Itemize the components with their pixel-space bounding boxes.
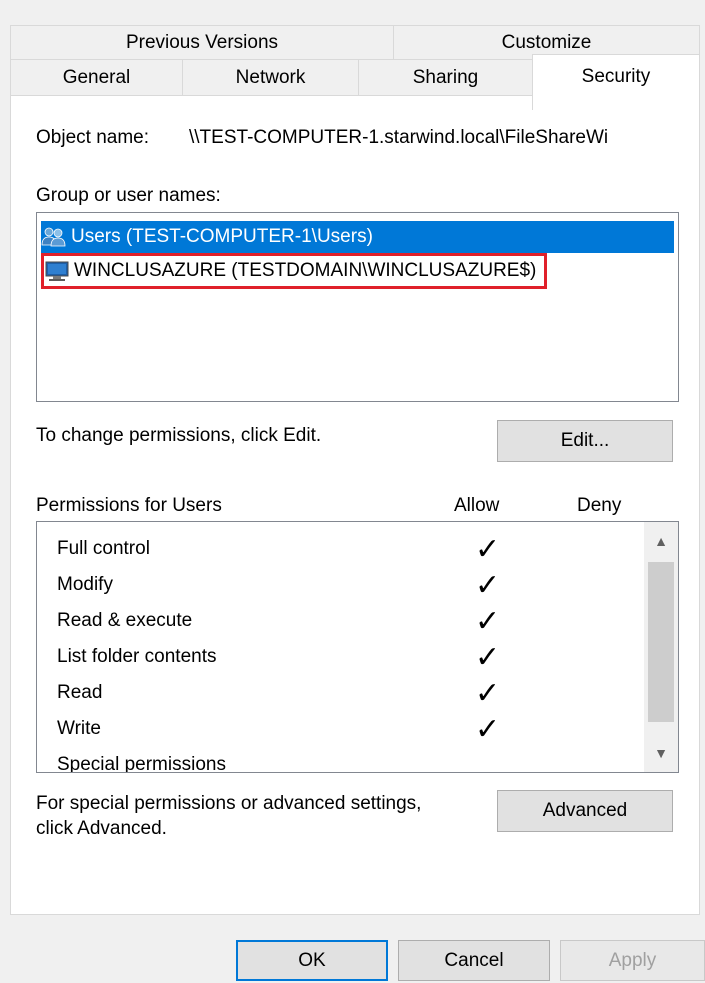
permission-name: Write	[57, 718, 101, 739]
permission-name: Modify	[57, 574, 113, 595]
permission-row: Full control ✓	[57, 532, 617, 568]
list-item-users[interactable]: Users (TEST-COMPUTER-1\Users)	[41, 221, 674, 253]
permissions-title: Permissions for Users	[36, 495, 222, 516]
advanced-hint-line1: For special permissions or advanced sett…	[36, 793, 422, 814]
permission-row: Read & execute ✓	[57, 604, 617, 640]
allow-check-icon: ✓	[475, 641, 501, 674]
edit-button[interactable]: Edit...	[497, 420, 673, 462]
permission-name: Read & execute	[57, 610, 193, 631]
allow-column-header: Allow	[454, 495, 500, 516]
ok-button[interactable]: OK	[236, 940, 388, 981]
advanced-button[interactable]: Advanced	[497, 790, 673, 832]
advanced-hint-line2: click Advanced.	[36, 818, 167, 839]
allow-check-icon: ✓	[475, 605, 501, 638]
list-item-label: Users (TEST-COMPUTER-1\Users)	[71, 226, 373, 247]
tab-network[interactable]: Network	[182, 59, 359, 96]
permission-name: List folder contents	[57, 646, 217, 667]
apply-button[interactable]: Apply	[560, 940, 705, 981]
permission-name: Full control	[57, 538, 150, 559]
computer-icon	[44, 260, 70, 282]
permissions-scrollbar[interactable]: ▲ ▼	[644, 522, 678, 772]
permission-row: Write ✓	[57, 712, 617, 748]
permission-row: Read ✓	[57, 676, 617, 712]
object-name-label: Object name:	[36, 127, 149, 148]
permissions-list: Full control ✓ Modify ✓ Read & execute ✓…	[36, 521, 679, 773]
permission-name: Read	[57, 682, 103, 703]
list-item-winclusazure[interactable]: WINCLUSAZURE (TESTDOMAIN\WINCLUSAZURE$)	[41, 253, 548, 289]
users-group-icon	[41, 226, 67, 248]
group-or-user-names-label: Group or user names:	[36, 185, 221, 206]
allow-check-icon: ✓	[475, 677, 501, 710]
tab-security[interactable]: Security	[532, 54, 700, 110]
tab-general[interactable]: General	[10, 59, 183, 96]
object-name-value: \\TEST-COMPUTER-1.starwind.local\FileSha…	[189, 127, 609, 148]
allow-check-icon: ✓	[475, 713, 501, 746]
permission-row: Modify ✓	[57, 568, 617, 604]
change-permissions-hint: To change permissions, click Edit.	[36, 425, 322, 446]
tab-sharing[interactable]: Sharing	[358, 59, 533, 96]
list-item-label: WINCLUSAZURE (TESTDOMAIN\WINCLUSAZURE$)	[74, 260, 537, 281]
permission-row: Special permissions	[57, 748, 617, 773]
group-user-list[interactable]: Users (TEST-COMPUTER-1\Users) WINCLUSAZU…	[36, 212, 679, 402]
scroll-thumb[interactable]	[648, 562, 674, 722]
allow-check-icon: ✓	[475, 569, 501, 602]
permission-name: Special permissions	[57, 754, 226, 773]
scroll-up-icon[interactable]: ▲	[644, 524, 678, 558]
scroll-down-icon[interactable]: ▼	[644, 736, 678, 770]
cancel-button[interactable]: Cancel	[398, 940, 550, 981]
tab-previous-versions[interactable]: Previous Versions	[10, 25, 394, 60]
permission-row: List folder contents ✓	[57, 640, 617, 676]
deny-column-header: Deny	[577, 495, 622, 516]
allow-check-icon: ✓	[475, 533, 501, 566]
